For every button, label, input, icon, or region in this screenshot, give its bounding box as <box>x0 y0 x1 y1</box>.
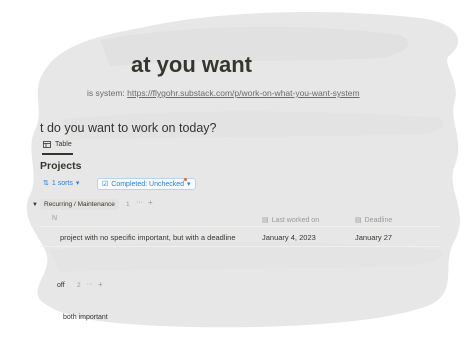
row-name-cell[interactable]: both important <box>63 314 108 321</box>
calendar-icon: ▤ <box>355 217 362 224</box>
row-deadline-cell[interactable]: January 27 <box>355 233 392 242</box>
column-last-worked[interactable]: ▤ Last worked on <box>262 216 320 225</box>
group-add-icon[interactable]: + <box>148 198 153 207</box>
chevron-down-icon: ▾ <box>187 181 191 188</box>
calendar-icon: ▤ <box>262 217 269 224</box>
tab-underline <box>42 153 73 155</box>
section-heading: t do you want to work on today? <box>40 121 217 135</box>
group-toggle-icon[interactable]: ▼ <box>32 202 38 208</box>
column-name[interactable]: N <box>52 215 57 222</box>
page-title: at you want <box>131 52 253 77</box>
source-line: is system: https://flygohr.substack.com/… <box>87 88 360 98</box>
filter-button[interactable]: ☑ Completed: Unchecked ▾ <box>97 178 196 190</box>
database-title: Projects <box>40 160 82 172</box>
column-label: Deadline <box>364 216 393 224</box>
sort-icon: ⇅ <box>43 180 49 187</box>
sort-label: 1 sorts <box>51 179 73 187</box>
column-label: Last worked on <box>271 216 320 224</box>
tab-label: Table <box>55 141 72 148</box>
filter-active-dot <box>184 178 187 181</box>
group-more-icon[interactable]: ··· <box>136 199 143 206</box>
row-name-cell[interactable]: project with no specific important, but … <box>60 233 236 242</box>
row-divider <box>40 226 440 227</box>
source-link[interactable]: https://flygohr.substack.com/p/work-on-w… <box>127 88 359 98</box>
divider <box>40 156 440 157</box>
sort-button[interactable]: ⇅ 1 sorts ▾ <box>43 179 80 188</box>
row-last-worked-cell[interactable]: January 4, 2023 <box>262 233 316 242</box>
group-more-icon[interactable]: ··· <box>86 281 93 288</box>
table-icon <box>43 141 51 148</box>
checkbox-icon: ☑ <box>102 181 109 188</box>
tab-table[interactable]: Table <box>43 141 72 148</box>
column-name-label: N <box>52 215 58 222</box>
chevron-down-icon: ▾ <box>75 180 80 187</box>
source-label: is system: <box>87 88 125 98</box>
group-count: 1 <box>126 201 130 208</box>
row-divider <box>40 246 440 247</box>
group-count: 2 <box>77 282 81 289</box>
column-deadline[interactable]: ▤ Deadline <box>355 216 393 225</box>
group-add-icon[interactable]: + <box>98 280 103 289</box>
filter-label: Completed: Unchecked <box>111 180 185 188</box>
group-label[interactable]: Recurring / Maintenance <box>40 199 119 210</box>
group-label[interactable]: off <box>57 282 65 289</box>
